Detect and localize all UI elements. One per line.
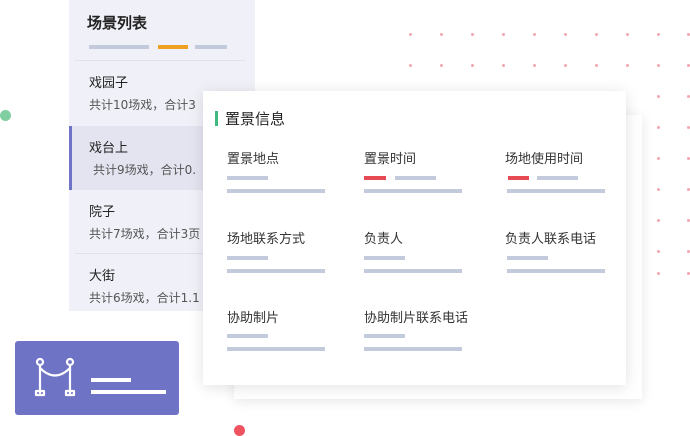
placeholder-bar bbox=[227, 189, 325, 193]
decorative-red-dot bbox=[234, 425, 245, 436]
decorative-dot bbox=[657, 64, 660, 67]
decorative-dot bbox=[564, 64, 567, 67]
placeholder-bar bbox=[227, 334, 268, 338]
placeholder-bar bbox=[537, 176, 578, 180]
decorative-dot bbox=[657, 126, 660, 129]
decorative-dot bbox=[533, 64, 536, 67]
card-text-line bbox=[91, 390, 166, 394]
scene-meta: 共计6场戏，合计1.1 bbox=[89, 291, 200, 305]
decorative-dot bbox=[657, 250, 660, 253]
placeholder-bar bbox=[227, 256, 268, 260]
barrier-feature-card bbox=[15, 341, 179, 415]
decorative-green-dot bbox=[0, 110, 11, 121]
field-label-manager-phone: 负责人联系电话 bbox=[505, 232, 597, 247]
scene-name: 戏园子 bbox=[89, 76, 129, 91]
decorative-dot bbox=[657, 33, 660, 36]
placeholder-bar bbox=[507, 189, 605, 193]
scene-name: 戏台上 bbox=[89, 141, 129, 156]
scene-info-card: 置景信息 置景地点 置景时间 场地使用时间 场地联系方式 负责人 负责人联系电话… bbox=[203, 91, 626, 385]
decorative-dot bbox=[626, 33, 629, 36]
stanchion-icon bbox=[34, 357, 76, 397]
tab-indicator-2-active[interactable] bbox=[158, 45, 188, 49]
field-label-location: 置景地点 bbox=[227, 152, 280, 167]
decorative-dot bbox=[471, 64, 474, 67]
placeholder-bar bbox=[364, 269, 462, 273]
decorative-dot bbox=[657, 219, 660, 222]
field-label-venue-contact: 场地联系方式 bbox=[227, 232, 306, 247]
placeholder-bar bbox=[395, 176, 436, 180]
decorative-dot bbox=[626, 64, 629, 67]
scene-name: 院子 bbox=[89, 205, 116, 220]
decorative-dot bbox=[595, 33, 598, 36]
scene-meta: 共计9场戏，合计0. bbox=[93, 163, 197, 177]
field-label-assist: 协助制片 bbox=[227, 311, 280, 326]
title-accent-mark bbox=[215, 111, 218, 126]
scene-list-title: 场景列表 bbox=[87, 14, 148, 32]
placeholder-bar bbox=[507, 269, 605, 273]
decorative-dot bbox=[409, 33, 412, 36]
field-label-manager: 负责人 bbox=[364, 232, 404, 247]
scene-name: 大街 bbox=[89, 269, 116, 284]
scene-meta: 共计7场戏，合计3页 bbox=[89, 227, 201, 241]
placeholder-bar bbox=[507, 256, 548, 260]
field-label-assist-phone: 协助制片联系电话 bbox=[364, 311, 469, 326]
scene-meta: 共计10场戏，合计3 bbox=[89, 98, 196, 112]
decorative-dot bbox=[657, 157, 660, 160]
placeholder-bar-highlight bbox=[364, 176, 386, 180]
tab-indicator-3[interactable] bbox=[195, 45, 227, 49]
placeholder-bar-highlight bbox=[508, 176, 529, 180]
placeholder-bar bbox=[227, 269, 325, 273]
field-label-venue-time: 场地使用时间 bbox=[505, 152, 584, 167]
card-text-line bbox=[91, 378, 131, 382]
decorative-dot bbox=[657, 188, 660, 191]
placeholder-bar bbox=[364, 334, 405, 338]
decorative-dot bbox=[440, 64, 443, 67]
scene-list-header: 场景列表 bbox=[75, 0, 245, 61]
decorative-dot bbox=[564, 33, 567, 36]
decorative-dot bbox=[657, 95, 660, 98]
placeholder-bar bbox=[227, 176, 268, 180]
decorative-dot bbox=[657, 272, 660, 275]
decorative-dot bbox=[533, 33, 536, 36]
placeholder-bar bbox=[364, 347, 462, 351]
field-label-time: 置景时间 bbox=[364, 152, 417, 167]
tab-indicator-1[interactable] bbox=[89, 45, 149, 49]
placeholder-bar bbox=[364, 189, 462, 193]
placeholder-bar bbox=[364, 256, 405, 260]
decorative-dot bbox=[595, 64, 598, 67]
decorative-dot bbox=[440, 33, 443, 36]
decorative-dot bbox=[502, 64, 505, 67]
placeholder-bar bbox=[227, 347, 325, 351]
decorative-dot bbox=[471, 33, 474, 36]
scene-info-title: 置景信息 bbox=[225, 110, 286, 128]
decorative-dot bbox=[409, 64, 412, 67]
decorative-dot bbox=[502, 33, 505, 36]
